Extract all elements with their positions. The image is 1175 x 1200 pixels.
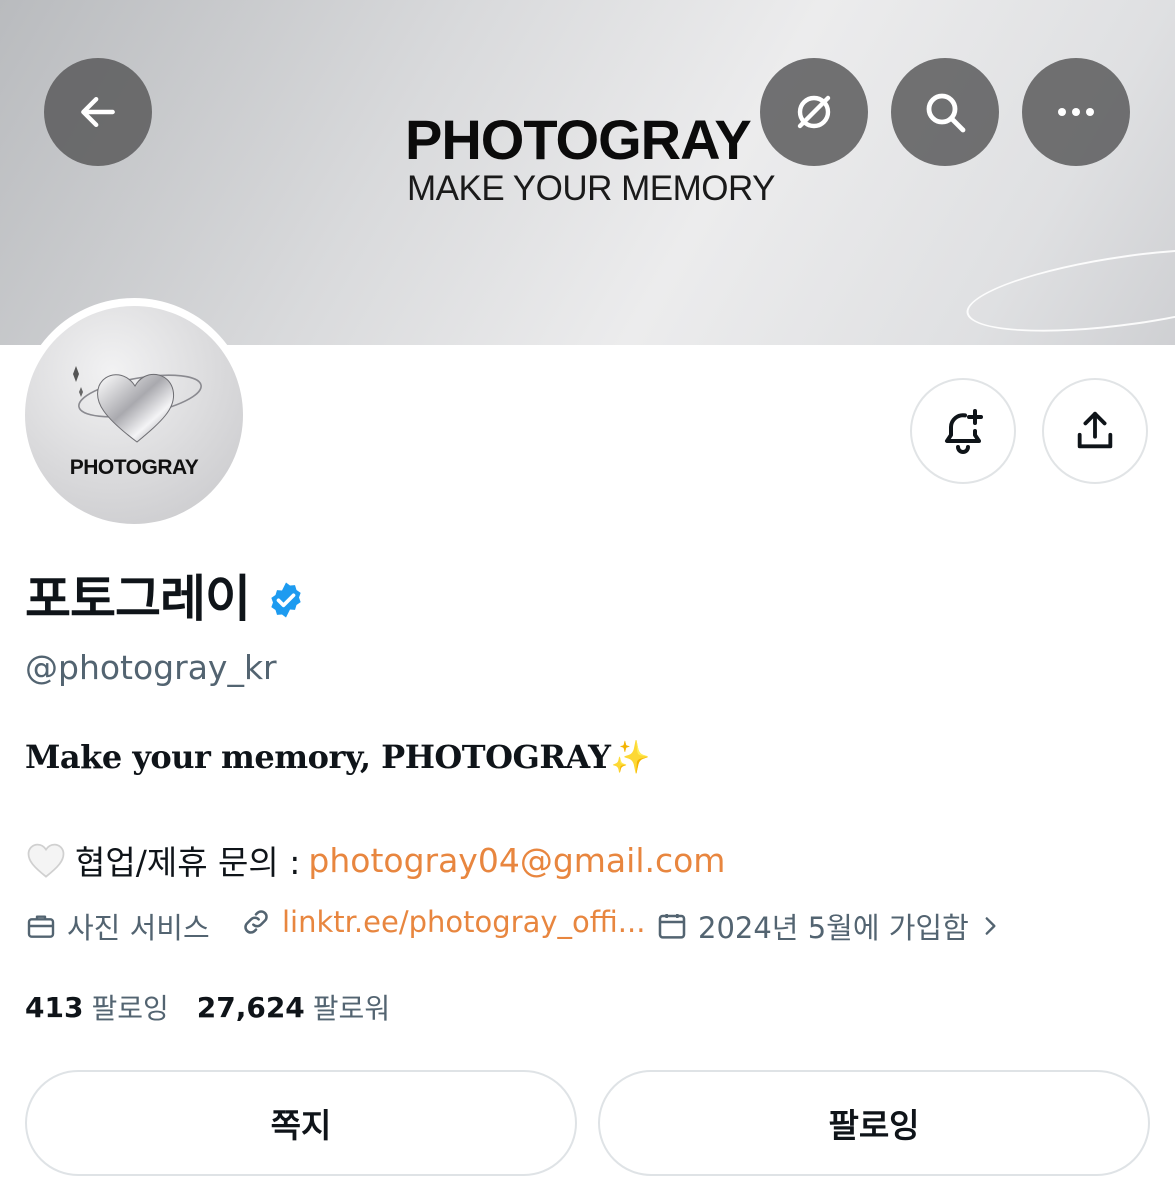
website-link[interactable]: linktr.ee/photogray_offi... xyxy=(282,905,645,939)
banner-logo-text: PHOTOGRAY xyxy=(405,108,752,171)
calendar-icon xyxy=(658,914,686,939)
grok-button[interactable] xyxy=(760,58,868,166)
profile-handle: @photogray_kr xyxy=(25,648,277,687)
category-item: 사진 서비스 xyxy=(25,905,210,947)
arrow-left-icon xyxy=(81,96,115,128)
sparkles-icon: ✨ xyxy=(610,738,650,776)
bio-text: Make your memory, PHOTOGRAY xyxy=(25,738,611,776)
bio-line-1: Make your memory, PHOTOGRAY✨ xyxy=(25,738,650,776)
following-count: 413 xyxy=(25,990,84,1024)
verified-badge-icon[interactable] xyxy=(266,580,306,620)
search-button[interactable] xyxy=(891,58,999,166)
following-button[interactable]: 팔로잉 xyxy=(598,1070,1150,1176)
display-name: 포토그레이 xyxy=(25,570,251,628)
joined-item[interactable]: 2024년 5월에 가입함 xyxy=(656,905,1013,947)
bell-plus-icon xyxy=(945,409,983,454)
link-icon xyxy=(244,910,268,934)
joined-text: 2024년 5월에 가입함 xyxy=(698,911,969,945)
briefcase-icon xyxy=(27,915,55,938)
followers-count: 27,624 xyxy=(196,990,305,1024)
grok-icon xyxy=(797,95,831,129)
search-icon xyxy=(926,93,966,133)
message-button[interactable]: 쪽지 xyxy=(25,1070,577,1176)
more-horizontal-icon xyxy=(1058,108,1094,116)
website-item[interactable]: linktr.ee/photogray_offi... xyxy=(240,905,645,939)
following-label: 팔로잉 xyxy=(91,992,169,1025)
avatar-logo-text: PHOTOGRAY xyxy=(69,456,199,479)
bio-contact-label: 협업/제휴 문의 : xyxy=(75,843,301,882)
avatar[interactable]: PHOTOGRAY xyxy=(25,306,243,524)
chrome-heart-icon xyxy=(73,366,202,443)
profile-name: 포토그레이 xyxy=(25,572,306,627)
followers-stat[interactable]: 27,624 팔로워 xyxy=(197,987,390,1027)
white-heart-icon xyxy=(27,843,65,878)
banner-decoration-ring xyxy=(961,232,1175,345)
profile-banner[interactable]: PHOTOGRAY MAKE YOUR MEMORY xyxy=(0,0,1175,345)
followers-label: 팔로워 xyxy=(312,992,391,1025)
more-button[interactable] xyxy=(1022,58,1130,166)
bio-line-2: 협업/제휴 문의 : photogray04@gmail.com xyxy=(25,836,725,884)
share-button[interactable] xyxy=(1042,378,1148,484)
share-icon xyxy=(1077,411,1113,449)
chevron-right-icon xyxy=(985,917,996,935)
follow-stats: 413 팔로잉 27,624 팔로워 xyxy=(25,987,390,1027)
following-stat[interactable]: 413 팔로잉 xyxy=(25,987,169,1027)
banner-tagline: MAKE YOUR MEMORY xyxy=(407,169,776,208)
category-text: 사진 서비스 xyxy=(67,911,210,945)
email-link[interactable]: photogray04@gmail.com xyxy=(308,841,725,880)
notify-button[interactable] xyxy=(910,378,1016,484)
back-button[interactable] xyxy=(44,58,152,166)
